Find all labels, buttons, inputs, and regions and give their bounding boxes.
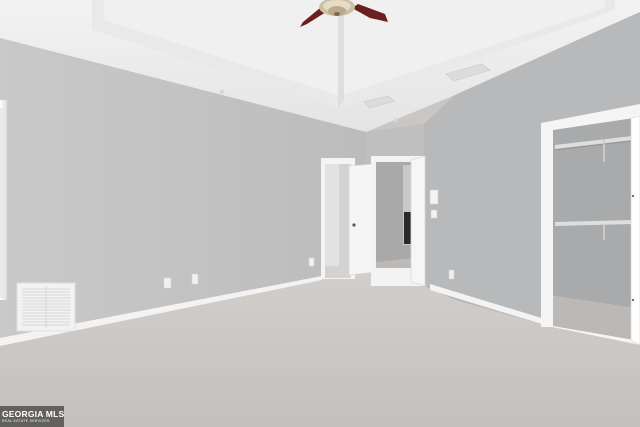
watermark-brand: GEORGIA MLS <box>2 409 65 419</box>
light-switch <box>430 209 438 219</box>
closet-hinge <box>631 194 635 198</box>
closet-door <box>630 115 640 346</box>
doorway-inner-wall <box>325 164 339 270</box>
wall-outlet <box>163 277 172 289</box>
light-switch <box>429 189 439 205</box>
hallway-door <box>410 155 426 287</box>
window-blind <box>0 108 4 298</box>
doorway-floor <box>325 266 351 278</box>
wall-outlet <box>448 269 455 280</box>
tray-ceiling-shadow <box>338 0 344 108</box>
wall-outlet <box>308 257 315 267</box>
door-knob <box>352 223 356 227</box>
floor-vent-slats <box>22 286 70 328</box>
room-illustration <box>0 0 640 427</box>
watermark-tagline: REAL ESTATE SERVICES <box>2 419 50 423</box>
stair-railing <box>404 212 411 244</box>
bedroom-photo: GEORGIA MLS REAL ESTATE SERVICES <box>0 0 640 427</box>
wall-outlet <box>191 273 199 285</box>
closet-hinge <box>631 298 635 302</box>
watermark-logo: GEORGIA MLS REAL ESTATE SERVICES <box>0 406 64 427</box>
smoke-detector <box>220 90 224 94</box>
smoke-detector <box>394 118 398 122</box>
